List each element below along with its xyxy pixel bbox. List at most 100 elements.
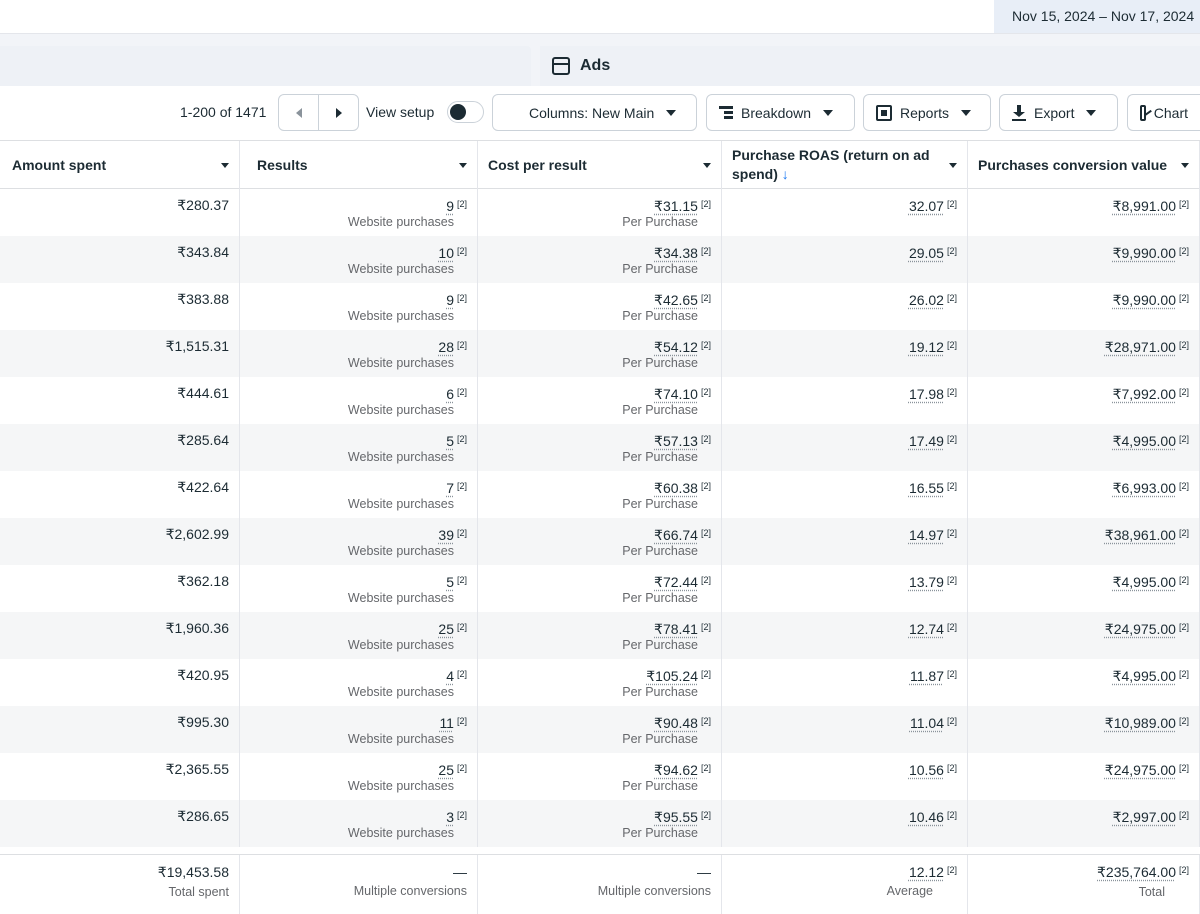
results-value[interactable]: 25 — [438, 762, 454, 778]
roas-value[interactable]: 10.46 — [909, 809, 944, 825]
cost-value[interactable]: ₹95.55 — [654, 809, 698, 825]
conversion-value[interactable]: ₹8,991.00 — [1113, 198, 1176, 214]
table-row[interactable]: ₹1,515.31 28 [2] Website purchases ₹54.12 [2]… — [0, 330, 1200, 377]
next-page-button[interactable] — [318, 94, 359, 131]
cost-value[interactable]: ₹105.24 — [646, 668, 698, 684]
chart-button[interactable]: Chart — [1127, 94, 1200, 131]
results-value[interactable]: 39 — [438, 527, 454, 543]
chevron-down-icon[interactable] — [703, 162, 711, 168]
roas-value[interactable]: 16.55 — [909, 480, 944, 496]
columns-button-label: Columns: New Main — [529, 104, 655, 121]
cost-value[interactable]: ₹57.13 — [654, 433, 698, 449]
table-row[interactable]: ₹285.64 5 [2] Website purchases ₹57.13 [2] Per… — [0, 424, 1200, 471]
roas-value[interactable]: 32.07 — [909, 198, 944, 214]
conversion-value[interactable]: ₹6,993.00 — [1113, 480, 1176, 496]
breakdown-button[interactable]: Breakdown — [706, 94, 855, 131]
results-value[interactable]: 25 — [438, 621, 454, 637]
tab-ads-label: Ads — [580, 57, 611, 74]
cost-value[interactable]: ₹66.74 — [654, 527, 698, 543]
conversion-value[interactable]: ₹9,990.00 — [1113, 245, 1176, 261]
cost-value[interactable]: ₹74.10 — [654, 386, 698, 402]
table-row[interactable]: ₹2,602.99 39 [2] Website purchases ₹66.74 [2]… — [0, 518, 1200, 565]
cost-value[interactable]: ₹34.38 — [654, 245, 698, 261]
table-row[interactable]: ₹1,960.36 25 [2] Website purchases ₹78.41 [2]… — [0, 612, 1200, 659]
column-header-purchases-conversion-value[interactable]: Purchases conversion value — [968, 141, 1200, 189]
column-header-cost-per-result[interactable]: Cost per result — [478, 141, 722, 189]
roas-value[interactable]: 11.04 — [910, 715, 944, 731]
reports-button[interactable]: Reports — [863, 94, 991, 131]
table-row[interactable]: ₹422.64 7 [2] Website purchases ₹60.38 [2] Per… — [0, 471, 1200, 518]
pagination-text: 1-200 of 1471 — [180, 104, 267, 120]
chevron-down-icon[interactable] — [949, 162, 957, 168]
conversion-value[interactable]: ₹4,995.00 — [1113, 668, 1176, 684]
chevron-down-icon[interactable] — [1181, 162, 1189, 168]
results-value[interactable]: 3 — [446, 809, 454, 825]
view-setup-toggle[interactable] — [447, 101, 484, 123]
cost-value[interactable]: ₹90.48 — [654, 715, 698, 731]
table-row[interactable]: ₹343.84 10 [2] Website purchases ₹34.38 [2] Pe… — [0, 236, 1200, 283]
roas-value[interactable]: 29.05 — [909, 245, 944, 261]
cost-value[interactable]: ₹60.38 — [654, 480, 698, 496]
results-value[interactable]: 7 — [446, 480, 454, 496]
conversion-value[interactable]: ₹2,997.00 — [1113, 809, 1176, 825]
roas-value[interactable]: 17.98 — [909, 386, 944, 402]
table-row[interactable]: ₹383.88 9 [2] Website purchases ₹42.65 [2] Per… — [0, 283, 1200, 330]
conversion-value[interactable]: ₹7,992.00 — [1113, 386, 1176, 402]
cost-value[interactable]: ₹72.44 — [654, 574, 698, 590]
chevron-down-icon — [1086, 109, 1097, 116]
conversion-value[interactable]: ₹28,971.00 — [1105, 339, 1176, 355]
tab-ads[interactable]: Ads — [540, 46, 1200, 86]
conversion-value[interactable]: ₹24,975.00 — [1105, 762, 1176, 778]
chevron-down-icon[interactable] — [221, 162, 229, 168]
conversion-value-cell: ₹10,989.00 [2] — [968, 706, 1200, 753]
cost-value[interactable]: ₹54.12 — [654, 339, 698, 355]
roas-value[interactable]: 19.12 — [909, 339, 944, 355]
results-value[interactable]: 6 — [446, 386, 454, 402]
conversion-value-cell: ₹6,993.00 [2] — [968, 471, 1200, 518]
results-value[interactable]: 9 — [446, 292, 454, 308]
table-row[interactable]: ₹995.30 11 [2] Website purchases ₹90.48 [2] Pe… — [0, 706, 1200, 753]
results-value[interactable]: 10 — [438, 245, 454, 261]
cost-value[interactable]: ₹42.65 — [654, 292, 698, 308]
date-range-picker[interactable]: Nov 15, 2024 – Nov 17, 2024 — [994, 0, 1200, 33]
export-button[interactable]: Export — [999, 94, 1118, 131]
table-row[interactable]: ₹280.37 9 [2] Website purchases ₹31.15 [2] Per… — [0, 189, 1200, 236]
column-header-amount-spent[interactable]: Amount spent — [0, 141, 240, 189]
results-value[interactable]: 5 — [446, 574, 454, 590]
column-header-results[interactable]: Results — [240, 141, 478, 189]
conversion-value[interactable]: ₹10,989.00 — [1105, 715, 1176, 731]
table-row[interactable]: ₹420.95 4 [2] Website purchases ₹105.24 [2] Pe… — [0, 659, 1200, 706]
table-row[interactable]: ₹2,365.55 25 [2] Website purchases ₹94.62 [2]… — [0, 753, 1200, 800]
roas-value[interactable]: 11.87 — [910, 668, 944, 684]
roas-value[interactable]: 13.79 — [909, 574, 944, 590]
panel-divider[interactable] — [532, 46, 538, 86]
roas-value[interactable]: 14.97 — [909, 527, 944, 543]
results-value[interactable]: 28 — [438, 339, 454, 355]
conversion-value[interactable]: ₹9,990.00 — [1113, 292, 1176, 308]
roas-value[interactable]: 17.49 — [909, 433, 944, 449]
conversion-value[interactable]: ₹4,995.00 — [1113, 433, 1176, 449]
column-header-purchase-roas[interactable]: Purchase ROAS (return on ad spend) ↓ — [722, 141, 968, 189]
table-row[interactable]: ₹286.65 3 [2] Website purchases ₹95.55 [2] Per… — [0, 800, 1200, 847]
total-results-cell: — Multiple conversions — [240, 855, 478, 914]
roas-value[interactable]: 26.02 — [909, 292, 944, 308]
cost-value[interactable]: ₹31.15 — [654, 198, 698, 214]
chevron-down-icon[interactable] — [459, 162, 467, 168]
conversion-value[interactable]: ₹38,961.00 — [1105, 527, 1176, 543]
purchase-roas-cell: 10.46 [2] — [722, 800, 968, 847]
previous-page-button[interactable] — [278, 94, 319, 131]
results-value[interactable]: 4 — [446, 668, 454, 684]
cost-value[interactable]: ₹94.62 — [654, 762, 698, 778]
chevron-down-icon — [823, 109, 834, 116]
conversion-value[interactable]: ₹24,975.00 — [1105, 621, 1176, 637]
cost-value[interactable]: ₹78.41 — [654, 621, 698, 637]
roas-value[interactable]: 12.74 — [909, 621, 944, 637]
results-value[interactable]: 11 — [439, 715, 454, 731]
table-row[interactable]: ₹444.61 6 [2] Website purchases ₹74.10 [2] Per… — [0, 377, 1200, 424]
conversion-value[interactable]: ₹4,995.00 — [1113, 574, 1176, 590]
results-value[interactable]: 9 — [446, 198, 454, 214]
results-value[interactable]: 5 — [446, 433, 454, 449]
table-row[interactable]: ₹362.18 5 [2] Website purchases ₹72.44 [2] Per… — [0, 565, 1200, 612]
columns-button[interactable]: Columns: New Main — [492, 94, 697, 131]
roas-value[interactable]: 10.56 — [909, 762, 944, 778]
